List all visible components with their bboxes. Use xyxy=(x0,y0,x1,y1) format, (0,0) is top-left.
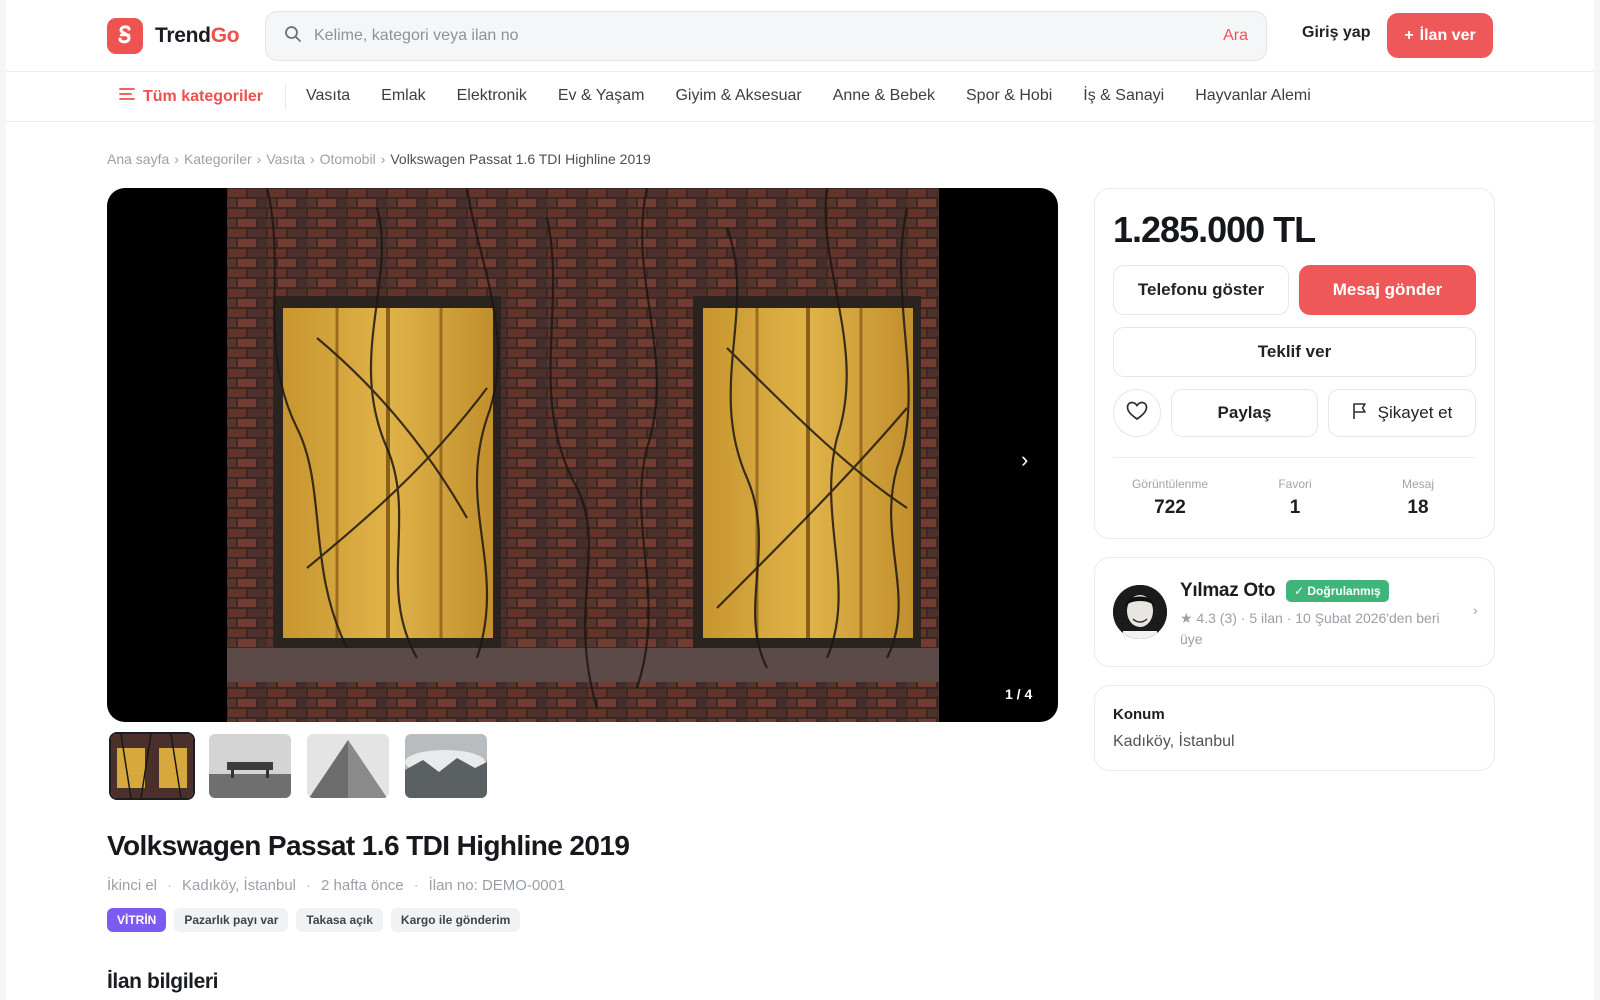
login-button[interactable]: Giriş yap xyxy=(1302,24,1370,42)
logo-icon xyxy=(107,18,143,54)
thumbnail-3[interactable] xyxy=(305,732,391,800)
stat-messages-label: Mesaj xyxy=(1401,477,1434,491)
category-nav: Tüm kategoriler Vasıta Emlak Elektronik … xyxy=(6,72,1594,122)
search-button[interactable]: Ara xyxy=(1223,27,1248,45)
post-ad-label: İlan ver xyxy=(1419,26,1476,44)
stat-favorites-label: Favori xyxy=(1278,477,1312,491)
search-input[interactable] xyxy=(314,27,1224,45)
category-divider xyxy=(285,84,286,110)
logo[interactable]: TrendGo xyxy=(107,18,240,54)
listing-meta: İkinci el · Kadıköy, İstanbul · 2 hafta … xyxy=(107,877,565,894)
page: TrendGo Ara Giriş yap + İlan ver Tüm kat… xyxy=(6,0,1594,1000)
category-item-ev-yasam[interactable]: Ev & Yaşam xyxy=(558,87,645,105)
breadcrumb: Ana sayfa › Kategoriler › Vasıta › Otomo… xyxy=(107,151,651,167)
stat-messages-value: 18 xyxy=(1407,497,1429,518)
main-photo xyxy=(227,188,939,722)
breadcrumb-separator: › xyxy=(380,151,386,167)
logo-text: TrendGo xyxy=(155,24,240,48)
price-card: 1.285.000 TL Telefonu göster Mesaj gönde… xyxy=(1094,188,1495,539)
photo-gallery[interactable] xyxy=(107,188,1058,722)
all-categories-button[interactable]: Tüm kategoriler xyxy=(119,87,263,106)
category-item-is-sanayi[interactable]: İş & Sanayi xyxy=(1083,87,1164,105)
stat-favorites: Favori 1 xyxy=(1235,477,1355,519)
thumbnail-4[interactable] xyxy=(403,732,489,800)
favorite-button[interactable] xyxy=(1113,389,1161,437)
search-bar: Ara xyxy=(265,11,1267,61)
price: 1.285.000 TL xyxy=(1113,209,1316,250)
category-item-emlak[interactable]: Emlak xyxy=(381,87,425,105)
listing-number: İlan no: DEMO-0001 xyxy=(428,877,566,894)
top-header: TrendGo Ara Giriş yap + İlan ver xyxy=(6,0,1594,72)
category-list: Vasıta Emlak Elektronik Ev & Yaşam Giyim… xyxy=(306,87,1311,105)
logo-brand: Trend xyxy=(155,24,211,47)
plus-icon: + xyxy=(1404,26,1414,44)
breadcrumb-separator: › xyxy=(174,151,179,167)
category-item-elektronik[interactable]: Elektronik xyxy=(457,87,527,105)
stats-divider xyxy=(1113,457,1476,458)
location-value: Kadıköy, İstanbul xyxy=(1113,733,1235,750)
gallery-next-arrow[interactable]: › xyxy=(1021,447,1028,473)
all-categories-label: Tüm kategoriler xyxy=(143,87,264,105)
verified-badge: ✓ Doğrulanmış xyxy=(1286,580,1389,602)
report-label: Şikayet et xyxy=(1377,403,1453,422)
listing-posted: 2 hafta önce xyxy=(321,877,404,894)
breadcrumb-current: Volkswagen Passat 1.6 TDI Highline 2019 xyxy=(390,151,651,167)
meta-separator: · xyxy=(167,877,173,894)
tag-negotiable: Pazarlık payı var xyxy=(174,908,289,932)
breadcrumb-otomobil[interactable]: Otomobil xyxy=(320,151,376,167)
stat-views: Görüntülenme 722 xyxy=(1110,477,1230,519)
show-phone-button[interactable]: Telefonu göster xyxy=(1113,265,1289,315)
seller-avatar xyxy=(1113,585,1167,639)
meta-separator: · xyxy=(306,877,311,894)
stat-views-label: Görüntülenme xyxy=(1131,477,1209,491)
listing-info-heading: İlan bilgileri xyxy=(107,970,219,993)
listing-tags: VİTRİN Pazarlık payı var Takasa açık Kar… xyxy=(107,908,521,932)
tag-vitrin: VİTRİN xyxy=(107,908,167,932)
breadcrumb-separator: › xyxy=(256,151,262,167)
thumbnail-strip xyxy=(109,732,489,800)
seller-name: Yılmaz Oto xyxy=(1180,580,1276,601)
send-message-button[interactable]: Mesaj gönder xyxy=(1299,265,1476,315)
flag-icon xyxy=(1352,402,1368,425)
thumbnail-1[interactable] xyxy=(109,732,195,800)
seller-card[interactable]: Yılmaz Oto ✓ Doğrulanmış ★ 4.3 (3) · 5 i… xyxy=(1094,557,1495,667)
breadcrumb-vasita[interactable]: Vasıta xyxy=(266,151,305,167)
listing-location: Kadıköy, İstanbul xyxy=(182,877,296,894)
location-heading: Konum xyxy=(1113,706,1165,723)
breadcrumb-separator: › xyxy=(309,151,315,167)
stat-views-value: 722 xyxy=(1154,497,1186,518)
stat-messages: Mesaj 18 xyxy=(1358,477,1478,519)
meta-separator: · xyxy=(413,877,419,894)
report-button[interactable]: Şikayet et xyxy=(1328,389,1476,437)
thumbnail-2[interactable] xyxy=(207,732,293,800)
listing-title: Volkswagen Passat 1.6 TDI Highline 2019 xyxy=(107,830,630,861)
gallery-counter: 1 / 4 xyxy=(1005,686,1033,702)
category-item-hayvanlar-alemi[interactable]: Hayvanlar Alemi xyxy=(1195,87,1311,105)
breadcrumb-categories[interactable]: Kategoriler xyxy=(184,151,252,167)
category-item-anne-bebek[interactable]: Anne & Bebek xyxy=(833,87,935,105)
location-card: Konum Kadıköy, İstanbul xyxy=(1094,685,1495,771)
seller-info: ★ 4.3 (3) · 5 ilan · 10 Şubat 2026'den b… xyxy=(1180,610,1440,647)
listing-condition: İkinci el xyxy=(107,877,158,894)
logo-accent: Go xyxy=(210,24,240,47)
category-item-vasita[interactable]: Vasıta xyxy=(306,87,350,105)
make-offer-button[interactable]: Teklif ver xyxy=(1113,327,1476,377)
search-icon xyxy=(284,25,302,48)
breadcrumb-home[interactable]: Ana sayfa xyxy=(107,151,169,167)
heart-icon xyxy=(1126,401,1148,426)
stat-favorites-value: 1 xyxy=(1289,497,1301,518)
menu-icon xyxy=(119,87,135,106)
category-item-giyim-aksesuar[interactable]: Giyim & Aksesuar xyxy=(675,87,801,105)
category-item-spor-hobi[interactable]: Spor & Hobi xyxy=(966,87,1052,105)
chevron-right-icon: › xyxy=(1473,602,1478,618)
tag-trade: Takasa açık xyxy=(296,908,383,932)
share-button[interactable]: Paylaş xyxy=(1171,389,1318,437)
post-ad-button[interactable]: + İlan ver xyxy=(1387,13,1493,58)
tag-shipping: Kargo ile gönderim xyxy=(390,908,521,932)
